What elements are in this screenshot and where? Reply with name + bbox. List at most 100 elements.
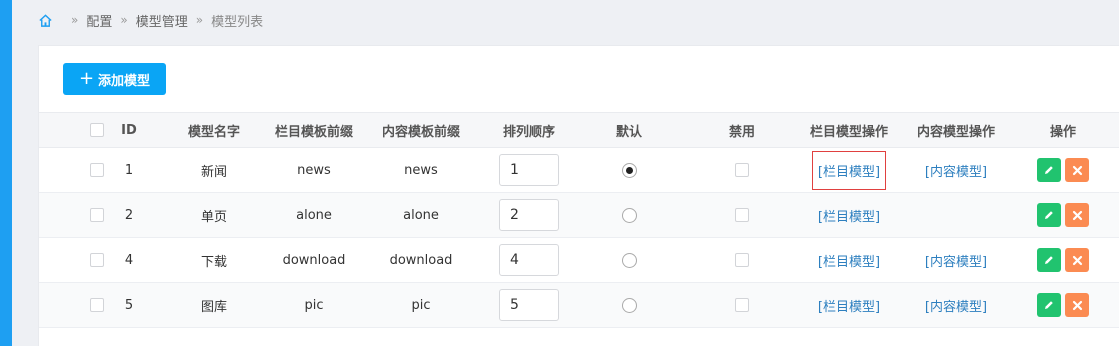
pencil-icon (1045, 256, 1053, 264)
column-model-link[interactable]: [栏目模型] (811, 150, 887, 190)
column-model-link[interactable]: [栏目模型] (818, 251, 880, 270)
header-default: 默认 (615, 124, 642, 140)
breadcrumb-item-model-list: 模型列表 (211, 14, 264, 30)
disabled-cell (732, 238, 752, 282)
delete-button[interactable] (1065, 248, 1089, 272)
content-ops-cell: [内容模型] (901, 148, 1011, 192)
cell-id: 1 (124, 162, 134, 178)
model-list-card: + 添加模型 ID 模型名字 栏目模板前缀 内容模板前缀 排列顺序 默认 禁用 … (38, 45, 1119, 346)
row-select-cell (86, 148, 108, 192)
sort-order-input[interactable]: 2 (499, 199, 559, 231)
edit-button[interactable] (1037, 203, 1061, 227)
content-model-link[interactable]: [内容模型] (925, 251, 987, 270)
add-model-label: 添加模型 (98, 73, 151, 89)
row-checkbox[interactable] (90, 298, 104, 312)
disabled-checkbox[interactable] (735, 208, 749, 222)
row-checkbox[interactable] (90, 253, 104, 267)
row-select-cell (86, 238, 108, 282)
sort-cell: 5 (479, 283, 579, 327)
pencil-icon (1045, 211, 1053, 219)
default-radio[interactable] (621, 252, 637, 268)
header-name: 模型名字 (187, 124, 240, 140)
cell-column-prefix: alone (296, 207, 332, 223)
column-model-link[interactable]: [栏目模型] (818, 296, 880, 315)
cell-column-prefix: download (282, 252, 346, 268)
disabled-cell (732, 193, 752, 237)
sort-order-input[interactable]: 1 (499, 154, 559, 186)
close-icon (1072, 210, 1082, 220)
header-actions: 操作 (1049, 124, 1076, 140)
home-icon[interactable] (38, 13, 53, 28)
content-ops-cell: [内容模型] (901, 283, 1011, 327)
table-header: ID 模型名字 栏目模板前缀 内容模板前缀 排列顺序 默认 禁用 栏目模型操作 … (39, 112, 1119, 148)
cell-column-prefix: pic (304, 297, 324, 313)
content-ops-cell (901, 193, 1011, 237)
breadcrumb-separator: » (195, 13, 204, 27)
plus-icon: + (78, 68, 95, 89)
row-select-cell (86, 283, 108, 327)
breadcrumb: » 配置 » 模型管理 » 模型列表 (38, 10, 263, 30)
default-radio[interactable] (621, 162, 637, 178)
delete-button[interactable] (1065, 203, 1089, 227)
edit-button[interactable] (1037, 293, 1061, 317)
column-model-link[interactable]: [栏目模型] (818, 206, 880, 225)
actions-cell (1033, 148, 1093, 192)
edit-button[interactable] (1037, 248, 1061, 272)
disabled-cell (732, 283, 752, 327)
sort-cell: 1 (479, 148, 579, 192)
header-content-prefix: 内容模板前缀 (381, 124, 460, 140)
table-row: 4 下载 download download 4 [栏目模型] [内容模型] (39, 238, 1119, 283)
radio-checked-dot (625, 166, 633, 174)
header-content-ops: 内容模型操作 (916, 124, 995, 140)
header-column-prefix: 栏目模板前缀 (274, 124, 353, 140)
close-icon (1072, 300, 1082, 310)
default-cell (599, 148, 659, 192)
cell-name: 下载 (200, 254, 227, 270)
edit-button[interactable] (1037, 158, 1061, 182)
actions-cell (1033, 193, 1093, 237)
breadcrumb-item-config[interactable]: 配置 (86, 11, 112, 30)
breadcrumb-item-model-manage[interactable]: 模型管理 (136, 11, 188, 30)
cell-name: 图库 (200, 299, 227, 315)
select-all-checkbox[interactable] (90, 123, 104, 137)
cell-column-prefix: news (297, 162, 331, 178)
breadcrumb-separator: » (71, 13, 79, 27)
pencil-icon (1045, 301, 1053, 309)
column-ops-cell: [栏目模型] (794, 238, 904, 282)
sort-order-input[interactable]: 4 (499, 244, 559, 276)
cell-content-prefix: news (404, 162, 438, 178)
sort-cell: 2 (479, 193, 579, 237)
pencil-icon (1045, 166, 1053, 174)
disabled-checkbox[interactable] (735, 163, 749, 177)
disabled-cell (732, 148, 752, 192)
content-model-link[interactable]: [内容模型] (925, 296, 987, 315)
cell-content-prefix: alone (403, 207, 439, 223)
header-sort: 排列顺序 (502, 124, 555, 140)
row-checkbox[interactable] (90, 163, 104, 177)
actions-cell (1033, 238, 1093, 282)
row-checkbox[interactable] (90, 208, 104, 222)
default-radio[interactable] (621, 297, 637, 313)
cell-id: 5 (124, 297, 134, 313)
add-model-button[interactable]: + 添加模型 (63, 63, 166, 95)
column-ops-cell: [栏目模型] (794, 148, 904, 192)
disabled-checkbox[interactable] (735, 298, 749, 312)
content-model-link[interactable]: [内容模型] (925, 161, 987, 180)
table-row: 5 图库 pic pic 5 [栏目模型] [内容模型] (39, 283, 1119, 328)
sort-cell: 4 (479, 238, 579, 282)
left-sidebar-strip (0, 0, 12, 346)
delete-button[interactable] (1065, 158, 1089, 182)
header-disabled: 禁用 (728, 124, 755, 140)
close-icon (1072, 255, 1082, 265)
disabled-checkbox[interactable] (735, 253, 749, 267)
header-column-ops: 栏目模型操作 (809, 124, 888, 140)
table-row: 1 新闻 news news 1 [栏目模型] [内容模型] (39, 148, 1119, 193)
cell-id: 2 (124, 207, 134, 223)
table-row: 2 单页 alone alone 2 [栏目模型] (39, 193, 1119, 238)
column-ops-cell: [栏目模型] (794, 283, 904, 327)
default-cell (599, 193, 659, 237)
default-radio[interactable] (621, 207, 637, 223)
delete-button[interactable] (1065, 293, 1089, 317)
sort-order-input[interactable]: 5 (499, 289, 559, 321)
default-cell (599, 283, 659, 327)
